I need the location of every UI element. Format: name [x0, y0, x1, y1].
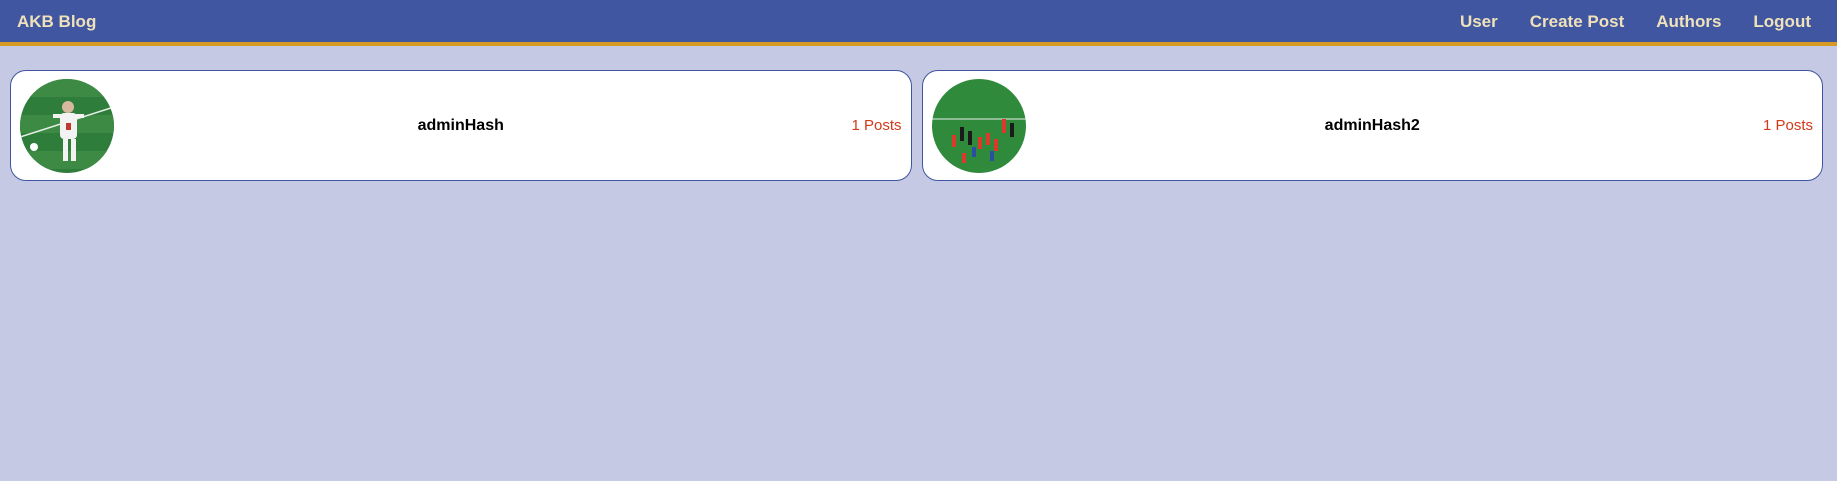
post-count: 1 Posts: [851, 117, 902, 134]
author-avatar: [20, 79, 114, 173]
author-name: adminHash2: [1324, 117, 1420, 134]
author-name: adminHash: [417, 117, 504, 134]
navbar: AKB Blog User Create Post Authors Logout: [0, 0, 1837, 46]
author-card[interactable]: adminHash 1 Posts: [10, 70, 912, 181]
nav-link-user[interactable]: User: [1460, 0, 1498, 42]
nav-link-authors[interactable]: Authors: [1656, 0, 1721, 42]
nav-link-create-post[interactable]: Create Post: [1530, 0, 1624, 42]
nav-link-logout[interactable]: Logout: [1753, 0, 1811, 42]
author-avatar: [931, 79, 1026, 173]
author-cards: adminHash 1 Posts adminHash2 1 Posts: [10, 70, 1823, 181]
author-card[interactable]: adminHash2 1 Posts: [921, 70, 1823, 181]
nav-links: User Create Post Authors Logout: [1460, 0, 1811, 42]
post-count: 1 Posts: [1762, 117, 1813, 134]
brand-link[interactable]: AKB Blog: [17, 0, 96, 42]
